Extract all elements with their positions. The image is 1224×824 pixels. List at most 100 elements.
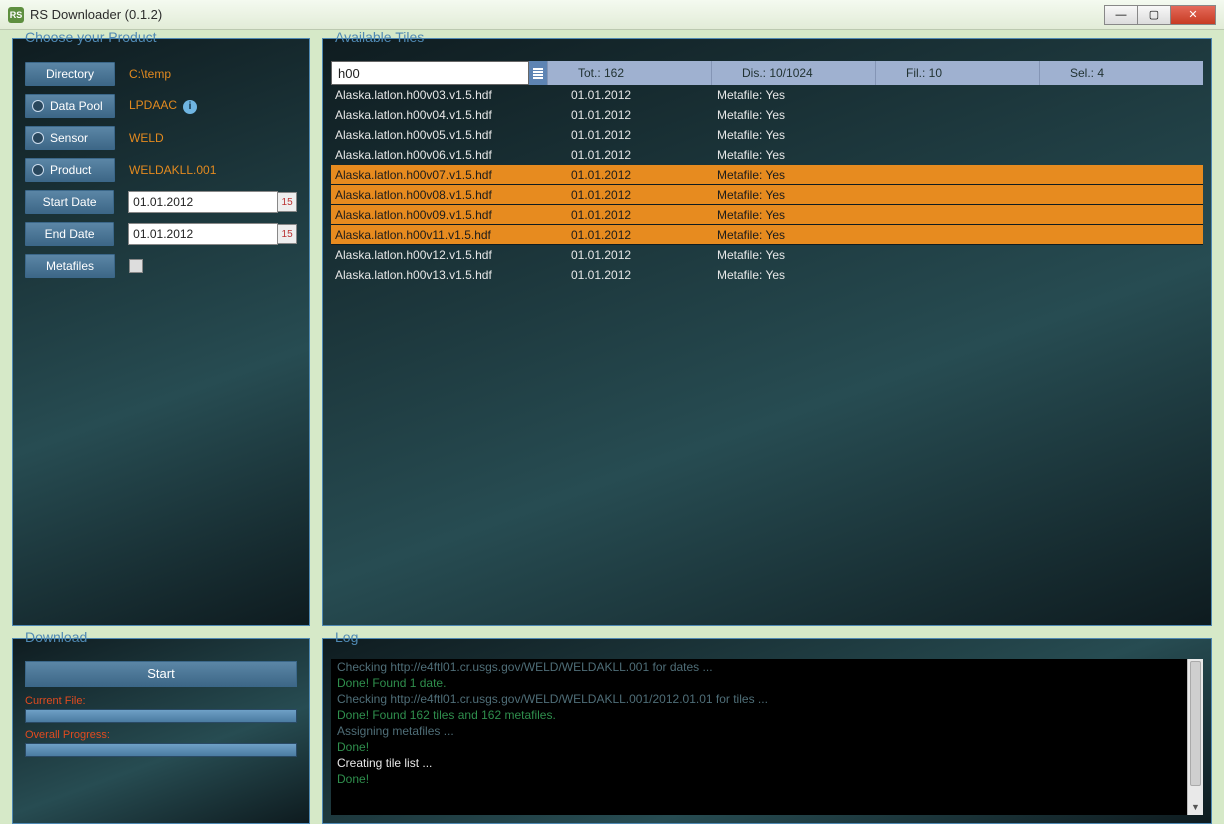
tile-date: 01.01.2012 — [571, 108, 717, 122]
tile-date: 01.01.2012 — [571, 228, 717, 242]
tile-date: 01.01.2012 — [571, 148, 717, 162]
tile-row[interactable]: Alaska.latlon.h00v03.v1.5.hdf01.01.2012M… — [331, 85, 1203, 105]
directory-button[interactable]: Directory — [25, 62, 115, 86]
tile-row[interactable]: Alaska.latlon.h00v13.v1.5.hdf01.01.2012M… — [331, 265, 1203, 285]
log-line: Checking http://e4ftl01.cr.usgs.gov/WELD… — [331, 691, 1203, 707]
tile-name: Alaska.latlon.h00v06.v1.5.hdf — [335, 148, 571, 162]
metafiles-button[interactable]: Metafiles — [25, 254, 115, 278]
radio-icon — [32, 164, 44, 176]
log-panel: Log Checking http://e4ftl01.cr.usgs.gov/… — [322, 638, 1212, 824]
tile-meta: Metafile: Yes — [717, 168, 917, 182]
tile-name: Alaska.latlon.h00v04.v1.5.hdf — [335, 108, 571, 122]
metafiles-checkbox[interactable] — [129, 259, 143, 273]
log-line: Creating tile list ... — [331, 755, 1203, 771]
tile-name: Alaska.latlon.h00v05.v1.5.hdf — [335, 128, 571, 142]
radio-icon — [32, 132, 44, 144]
sensor-button[interactable]: Sensor — [25, 126, 115, 150]
tile-name: Alaska.latlon.h00v08.v1.5.hdf — [335, 188, 571, 202]
tile-meta: Metafile: Yes — [717, 108, 917, 122]
log-scrollbar[interactable]: ▲ ▼ — [1187, 659, 1203, 815]
datapool-value: LPDAACi — [129, 98, 197, 114]
log-line: Done! — [331, 771, 1203, 787]
app-icon: RS — [8, 7, 24, 23]
close-button[interactable]: ✕ — [1170, 5, 1216, 25]
header-selected: Sel.: 4 — [1039, 61, 1203, 85]
tile-row[interactable]: Alaska.latlon.h00v12.v1.5.hdf01.01.2012M… — [331, 245, 1203, 265]
tile-meta: Metafile: Yes — [717, 248, 917, 262]
sort-icon[interactable] — [529, 61, 547, 85]
tile-date: 01.01.2012 — [571, 268, 717, 282]
tile-date: 01.01.2012 — [571, 208, 717, 222]
calendar-icon[interactable]: 15 — [277, 192, 297, 212]
tile-meta: Metafile: Yes — [717, 228, 917, 242]
log-area: Checking http://e4ftl01.cr.usgs.gov/WELD… — [331, 659, 1203, 815]
tile-date: 01.01.2012 — [571, 188, 717, 202]
log-line: Done! — [331, 739, 1203, 755]
tile-meta: Metafile: Yes — [717, 268, 917, 282]
startdate-button[interactable]: Start Date — [25, 190, 114, 214]
overall-progress-label: Overall Progress: — [25, 729, 297, 741]
tile-name: Alaska.latlon.h00v07.v1.5.hdf — [335, 168, 571, 182]
titlebar[interactable]: RS RS Downloader (0.1.2) — ▢ ✕ — [0, 0, 1224, 30]
tile-date: 01.01.2012 — [571, 248, 717, 262]
tile-row[interactable]: Alaska.latlon.h00v04.v1.5.hdf01.01.2012M… — [331, 105, 1203, 125]
info-icon[interactable]: i — [183, 100, 197, 114]
choose-product-panel: Choose your Product Directory C:\temp Da… — [12, 38, 310, 626]
maximize-button[interactable]: ▢ — [1137, 5, 1171, 25]
tiles-filter-input[interactable] — [331, 61, 529, 85]
calendar-icon[interactable]: 15 — [277, 224, 297, 244]
app-window: RS RS Downloader (0.1.2) — ▢ ✕ Choose yo… — [0, 0, 1224, 823]
tile-row[interactable]: Alaska.latlon.h00v07.v1.5.hdf01.01.2012M… — [331, 165, 1203, 185]
overall-progress — [25, 743, 297, 757]
minimize-button[interactable]: — — [1104, 5, 1138, 25]
tile-date: 01.01.2012 — [571, 88, 717, 102]
tile-name: Alaska.latlon.h00v03.v1.5.hdf — [335, 88, 571, 102]
tile-row[interactable]: Alaska.latlon.h00v05.v1.5.hdf01.01.2012M… — [331, 125, 1203, 145]
log-line: Assigning metafiles ... — [331, 723, 1203, 739]
log-line: Done! Found 1 date. — [331, 675, 1203, 691]
tile-row[interactable]: Alaska.latlon.h00v09.v1.5.hdf01.01.2012M… — [331, 205, 1203, 225]
tile-name: Alaska.latlon.h00v11.v1.5.hdf — [335, 228, 571, 242]
tile-date: 01.01.2012 — [571, 168, 717, 182]
tiles-header: Tot.: 162 Dis.: 10/1024 Fil.: 10 Sel.: 4 — [331, 61, 1203, 85]
startdate-input[interactable] — [128, 191, 278, 213]
tile-row[interactable]: Alaska.latlon.h00v08.v1.5.hdf01.01.2012M… — [331, 185, 1203, 205]
start-button[interactable]: Start — [25, 661, 297, 687]
product-label: Product — [50, 163, 91, 177]
enddate-button[interactable]: End Date — [25, 222, 114, 246]
window-title: RS Downloader (0.1.2) — [30, 7, 162, 22]
enddate-input[interactable] — [128, 223, 278, 245]
choose-product-title: Choose your Product — [21, 29, 161, 45]
current-file-label: Current File: — [25, 695, 297, 707]
tile-row[interactable]: Alaska.latlon.h00v06.v1.5.hdf01.01.2012M… — [331, 145, 1203, 165]
scroll-down-icon[interactable]: ▼ — [1188, 799, 1203, 815]
header-total: Tot.: 162 — [547, 61, 711, 85]
download-title: Download — [21, 629, 91, 645]
sensor-label: Sensor — [50, 131, 88, 145]
download-panel: Download Start Current File: Overall Pro… — [12, 638, 310, 824]
tiles-list[interactable]: Alaska.latlon.h00v03.v1.5.hdf01.01.2012M… — [331, 85, 1203, 285]
header-filtered: Fil.: 10 — [875, 61, 1039, 85]
available-tiles-panel: Available Tiles Tot.: 162 Dis.: 10/1024 … — [322, 38, 1212, 626]
tile-name: Alaska.latlon.h00v13.v1.5.hdf — [335, 268, 571, 282]
tile-meta: Metafile: Yes — [717, 148, 917, 162]
tile-name: Alaska.latlon.h00v09.v1.5.hdf — [335, 208, 571, 222]
scroll-thumb[interactable] — [1190, 661, 1201, 786]
tile-meta: Metafile: Yes — [717, 88, 917, 102]
radio-icon — [32, 100, 44, 112]
tile-row[interactable]: Alaska.latlon.h00v11.v1.5.hdf01.01.2012M… — [331, 225, 1203, 245]
log-title: Log — [331, 629, 362, 645]
tile-name: Alaska.latlon.h00v12.v1.5.hdf — [335, 248, 571, 262]
log-line: Done! Found 162 tiles and 162 metafiles. — [331, 707, 1203, 723]
available-tiles-title: Available Tiles — [331, 29, 428, 45]
sensor-value: WELD — [129, 131, 164, 145]
datapool-label: Data Pool — [50, 99, 103, 113]
current-file-progress — [25, 709, 297, 723]
tile-date: 01.01.2012 — [571, 128, 717, 142]
tile-meta: Metafile: Yes — [717, 208, 917, 222]
log-line: Checking http://e4ftl01.cr.usgs.gov/WELD… — [331, 659, 1203, 675]
product-button[interactable]: Product — [25, 158, 115, 182]
datapool-button[interactable]: Data Pool — [25, 94, 115, 118]
tile-meta: Metafile: Yes — [717, 128, 917, 142]
tile-meta: Metafile: Yes — [717, 188, 917, 202]
